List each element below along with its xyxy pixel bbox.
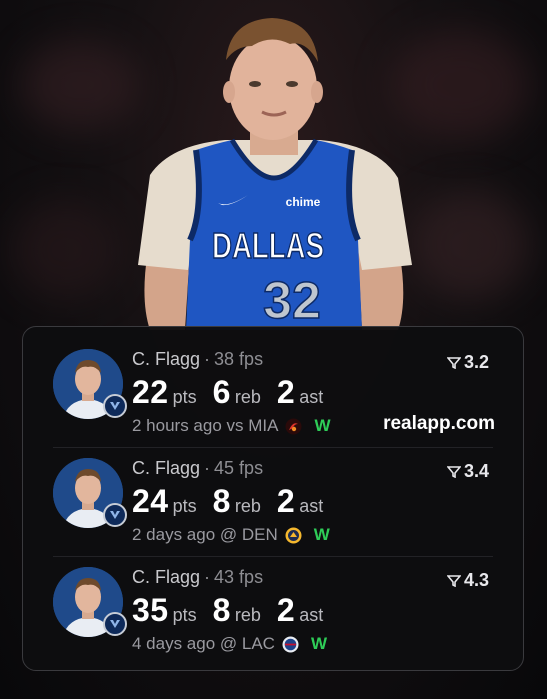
- game-log-card: C. Flagg · 38 fps 22 pts 6 reb 2 ast 2 hours …: [22, 326, 524, 671]
- rating-value: 4.3: [463, 570, 489, 590]
- player-name: C. Flagg: [132, 458, 201, 478]
- jersey-sponsor: chime: [286, 195, 321, 209]
- jersey-team-name: DALLAS: [212, 225, 324, 266]
- rebounds-value: 8: [212, 592, 231, 628]
- game-result: W: [313, 525, 330, 544]
- player-hero-photo: chime DALLAS 32: [138, 18, 412, 330]
- watermark-text: realapp.com: [383, 413, 495, 434]
- clippers-logo-icon: [282, 636, 299, 652]
- separator: ·: [204, 458, 211, 478]
- nuggets-logo-icon: [285, 527, 302, 543]
- points-value: 35: [132, 592, 169, 628]
- rating: 4.3: [446, 570, 489, 591]
- game-row[interactable]: C. Flagg · 45 fps 24 pts 8 reb 2 ast 2 days a…: [23, 447, 523, 556]
- points-unit: pts: [172, 605, 197, 625]
- filter-funnel-icon: [446, 465, 461, 478]
- rating-value: 3.2: [463, 352, 489, 372]
- stat-line: 35 pts 8 reb 2 ast: [132, 592, 339, 629]
- player-name: C. Flagg: [132, 567, 201, 587]
- game-meta: 2 hours ago vs MIA W: [132, 416, 331, 436]
- fps-value: 43 fps: [214, 567, 264, 587]
- game-meta: 4 days ago @ LAC W: [132, 634, 327, 654]
- game-row[interactable]: C. Flagg · 38 fps 22 pts 6 reb 2 ast 2 hours …: [23, 338, 523, 447]
- stat-line: 24 pts 8 reb 2 ast: [132, 483, 339, 520]
- separator: ·: [204, 349, 211, 369]
- game-time-opponent: 2 hours ago vs MIA: [132, 416, 279, 435]
- rebounds-unit: reb: [234, 496, 261, 516]
- stat-line: 22 pts 6 reb 2 ast: [132, 374, 339, 411]
- rebounds-value: 8: [212, 483, 231, 519]
- game-time-opponent: 4 days ago @ LAC: [132, 634, 275, 653]
- player-name: C. Flagg: [132, 349, 201, 369]
- mavericks-logo-icon: [103, 394, 127, 418]
- points-unit: pts: [172, 496, 197, 516]
- assists-value: 2: [276, 483, 296, 519]
- rebounds-value: 6: [212, 374, 231, 410]
- assists-unit: ast: [299, 387, 324, 407]
- assists-unit: ast: [299, 496, 324, 516]
- player-avatar: [53, 458, 127, 528]
- points-value: 24: [132, 483, 169, 519]
- filter-funnel-icon: [446, 574, 461, 587]
- rebounds-unit: reb: [234, 605, 261, 625]
- separator: ·: [204, 567, 211, 587]
- player-name-line: C. Flagg · 43 fps: [132, 567, 263, 588]
- rating: 3.2: [446, 352, 489, 373]
- player-name-line: C. Flagg · 45 fps: [132, 458, 263, 479]
- fps-value: 38 fps: [214, 349, 264, 369]
- game-result: W: [310, 634, 327, 653]
- player-name-line: C. Flagg · 38 fps: [132, 349, 263, 370]
- game-row[interactable]: C. Flagg · 43 fps 35 pts 8 reb 2 ast 4 days a…: [23, 556, 523, 665]
- game-time-opponent: 2 days ago @ DEN: [132, 525, 278, 544]
- rating: 3.4: [446, 461, 489, 482]
- filter-funnel-icon: [446, 356, 461, 369]
- assists-value: 2: [276, 592, 296, 628]
- points-unit: pts: [172, 387, 197, 407]
- points-value: 22: [132, 374, 169, 410]
- player-avatar: [53, 567, 127, 637]
- mavericks-logo-icon: [103, 503, 127, 527]
- assists-value: 2: [276, 374, 296, 410]
- mavericks-logo-icon: [103, 612, 127, 636]
- jersey-number: 32: [263, 272, 321, 330]
- rating-value: 3.4: [463, 461, 489, 481]
- screen: chime DALLAS 32 C. Flagg · 38 fps 22 pts…: [0, 0, 547, 699]
- game-meta: 2 days ago @ DEN W: [132, 525, 330, 545]
- rebounds-unit: reb: [234, 387, 261, 407]
- player-avatar: [53, 349, 127, 419]
- fps-value: 45 fps: [214, 458, 264, 478]
- assists-unit: ast: [299, 605, 324, 625]
- heat-logo-icon: [285, 418, 302, 434]
- game-result: W: [314, 416, 331, 435]
